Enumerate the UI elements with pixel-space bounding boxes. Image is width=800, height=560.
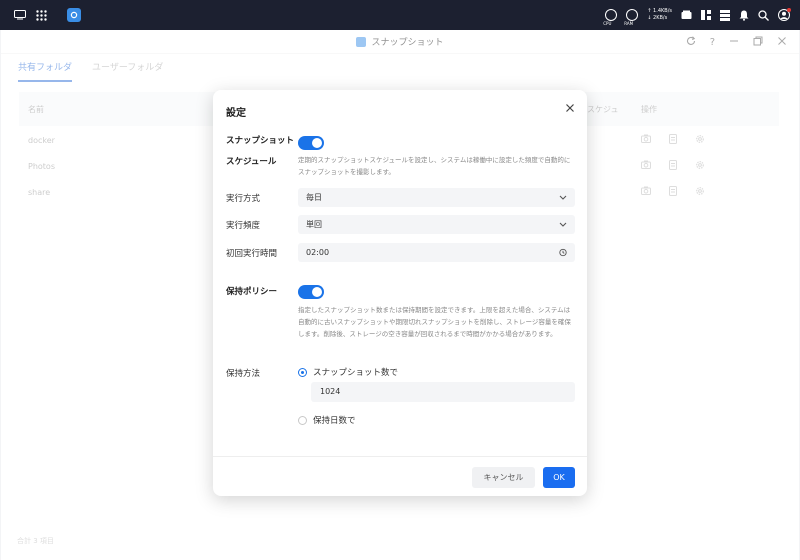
notification-bell-icon[interactable]	[739, 10, 749, 21]
ram-gauge-icon[interactable]: RAM	[624, 9, 639, 26]
net-down: ↓ 2KB/s	[647, 15, 668, 21]
notification-dot	[787, 8, 791, 12]
retention-by-days-radio[interactable]: 保持日数で	[298, 414, 356, 426]
chevron-down-icon	[559, 215, 567, 241]
net-up: ↑ 1.4KB/s	[647, 8, 672, 14]
system-taskbar: CPU RAM ↑ 1.4KB/s ↓ 2KB/s	[0, 0, 800, 30]
clock-icon	[559, 243, 567, 269]
first-run-time-picker[interactable]: 02:00	[298, 243, 575, 262]
retention-by-count-label: スナップショット数で	[313, 368, 399, 378]
cpu-label: CPU	[603, 21, 612, 26]
search-icon[interactable]	[758, 9, 769, 21]
app-grid-icon[interactable]	[36, 9, 47, 21]
user-avatar-icon[interactable]	[778, 8, 791, 21]
settings-dialog: 設定 スナップショットスケジュール 定期的スナップショットスケジュールを設定し、…	[213, 90, 587, 496]
widgets-icon[interactable]	[701, 10, 711, 20]
retention-policy-description: 指定したスナップショット数または保持期間を設定できます。上限を超えた場合、システ…	[298, 306, 571, 338]
close-icon[interactable]	[565, 102, 575, 116]
retention-by-count-radio[interactable]: スナップショット数で	[298, 366, 398, 378]
retention-by-days-label: 保持日数で	[313, 416, 356, 426]
desktop-icon[interactable]	[14, 10, 26, 20]
radio-unselected-icon	[298, 415, 307, 425]
exec-mode-label: 実行方式	[226, 194, 261, 204]
snapshot-schedule-toggle[interactable]	[298, 136, 324, 150]
retention-method-label: 保持方法	[226, 369, 261, 379]
chevron-down-icon	[559, 188, 567, 214]
exec-frequency-value: 単回	[306, 220, 322, 229]
cancel-button[interactable]: キャンセル	[472, 467, 535, 488]
snapshot-count-input[interactable]	[311, 382, 575, 402]
snapshot-app-icon[interactable]	[67, 8, 81, 22]
storage-icon[interactable]	[681, 10, 692, 20]
network-speed[interactable]: ↑ 1.4KB/s ↓ 2KB/s	[647, 8, 672, 22]
exec-mode-select[interactable]: 毎日	[298, 188, 575, 207]
dialog-title: 設定	[226, 108, 246, 119]
first-run-time-value: 02:00	[306, 248, 330, 257]
exec-frequency-select[interactable]: 単回	[298, 215, 575, 234]
first-run-time-label: 初回実行時間	[226, 249, 278, 259]
exec-frequency-label: 実行頻度	[226, 221, 261, 231]
ram-label: RAM	[624, 21, 634, 26]
dialog-footer-divider	[213, 456, 587, 457]
radio-selected-icon	[298, 367, 307, 377]
snapshot-schedule-label: スナップショットスケジュール	[226, 136, 295, 167]
retention-policy-label: 保持ポリシー	[226, 287, 278, 297]
exec-mode-value: 毎日	[306, 193, 322, 202]
ok-button[interactable]: OK	[543, 467, 575, 488]
retention-policy-toggle[interactable]	[298, 285, 324, 299]
snapshot-schedule-description: 定期的スナップショットスケジュールを設定し、システムは稼働中に設定した頻度で自動…	[298, 156, 571, 176]
cpu-gauge-icon[interactable]: CPU	[603, 9, 618, 26]
task-manager-icon[interactable]	[720, 9, 730, 21]
